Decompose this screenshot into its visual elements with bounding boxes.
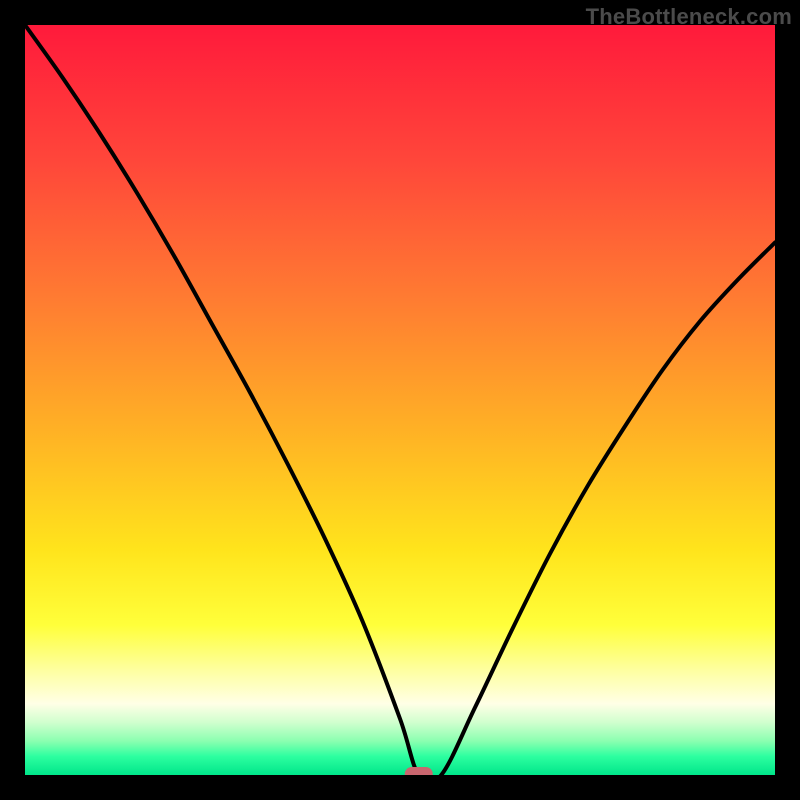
plot-background [25,25,775,775]
minimum-marker [405,767,433,775]
bottleneck-plot [25,25,775,775]
chart-frame: TheBottleneck.com [0,0,800,800]
watermark-label: TheBottleneck.com [586,4,792,30]
